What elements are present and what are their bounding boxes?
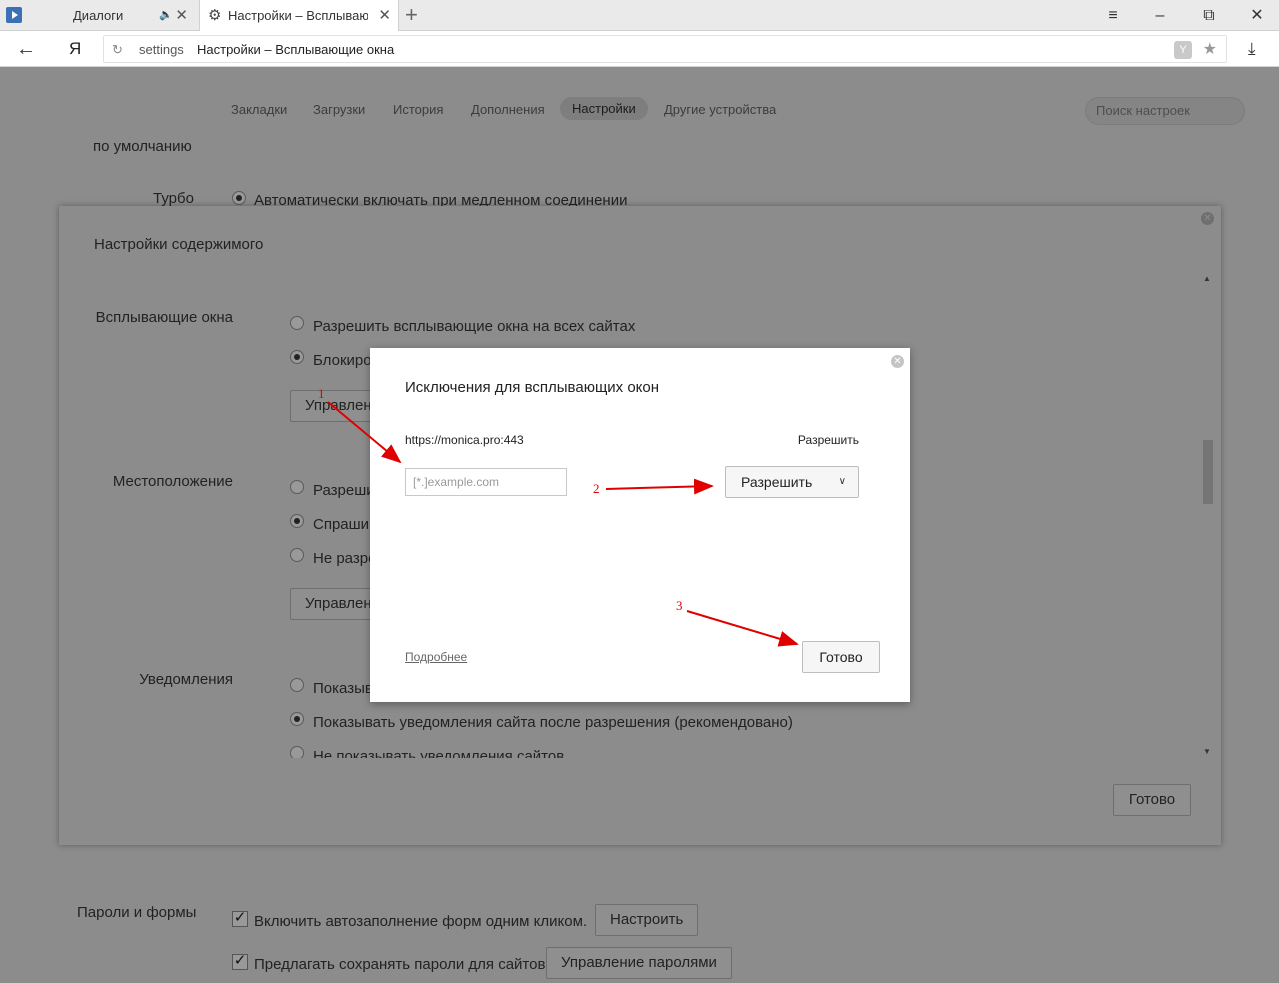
url-page-title: Настройки – Всплывающие окна (197, 42, 395, 57)
popups-allow-radio[interactable] (290, 316, 304, 330)
nav-bookmarks[interactable]: Закладки (231, 102, 287, 117)
yandex-button[interactable]: Я (69, 31, 81, 67)
modal-title: Исключения для всплывающих окон (405, 379, 660, 396)
passwords-label: Пароли и формы (77, 904, 197, 921)
default-fragment: по умолчанию (93, 138, 192, 155)
annotation-label-3: 3 (676, 598, 683, 613)
speaker-icon[interactable]: 🔈 (159, 0, 173, 31)
select-value: Разрешить (741, 474, 813, 490)
new-exception-input[interactable] (405, 468, 567, 496)
tab-dialogs[interactable]: Диалоги 🔈 ✕ (60, 0, 195, 31)
popups-block-radio[interactable] (290, 350, 304, 364)
scroll-up-arrow-icon[interactable]: ▲ (1203, 274, 1211, 283)
tab-title: Настройки – Всплывающ (228, 8, 368, 23)
restore-icon[interactable]: ⧉ (1194, 0, 1224, 31)
save-passwords-checkbox[interactable]: ✓ (232, 953, 248, 970)
new-tab-plus-icon[interactable]: + (405, 0, 418, 31)
learn-more-link[interactable]: Подробнее (405, 650, 467, 664)
modal-done-button[interactable]: Готово (802, 641, 880, 673)
nav-other-devices[interactable]: Другие устройства (664, 102, 776, 117)
back-arrow-icon[interactable]: ← (16, 31, 36, 67)
autofill-checkbox[interactable]: ✓ (232, 910, 248, 927)
close-window-icon[interactable]: ✕ (1242, 0, 1272, 31)
content-dialog-done-button[interactable]: Готово (1113, 784, 1191, 816)
dialog-scrollbar[interactable]: ▲ ▼ (1203, 272, 1213, 758)
minimize-icon[interactable]: – (1145, 0, 1175, 31)
hamburger-menu-icon[interactable]: ≡ (1098, 0, 1128, 31)
chevron-down-icon: ∨ (838, 476, 846, 487)
notifications-after-permission-radio[interactable] (290, 712, 304, 726)
turbo-label: Турбо (153, 190, 194, 207)
nav-history[interactable]: История (393, 102, 443, 117)
nav-extensions[interactable]: Дополнения (471, 102, 545, 117)
gear-icon: ⚙ (208, 7, 222, 24)
popups-allow-option: Разрешить всплывающие окна на всех сайта… (313, 318, 636, 335)
exception-host: https://monica.pro:443 (405, 433, 524, 447)
notifications-hide-radio[interactable] (290, 746, 304, 758)
autofill-option: Включить автозаполнение форм одним клико… (254, 913, 588, 930)
manage-passwords-button[interactable]: Управление паролями (546, 947, 732, 979)
popups-label: Всплывающие окна (95, 309, 233, 326)
dialog-title: Настройки содержимого (94, 236, 264, 253)
scrollbar-thumb[interactable] (1203, 440, 1213, 504)
location-label: Местоположение (112, 473, 233, 490)
tab-bar: Диалоги 🔈 ✕ ⚙ Настройки – Всплывающ ✕ + … (0, 0, 1279, 31)
autofill-settings-button[interactable]: Настроить (595, 904, 699, 936)
tab-settings[interactable]: ⚙ Настройки – Всплывающ ✕ (199, 0, 399, 31)
location-deny-radio[interactable] (290, 548, 304, 562)
popups-block-option: Блокиро (313, 352, 372, 369)
notifications-show-option: Показыв (313, 680, 373, 697)
protect-shield-icon[interactable]: Y (1174, 41, 1192, 59)
bookmark-star-icon[interactable]: ★ (1203, 36, 1217, 63)
close-tab-icon[interactable]: ✕ (175, 0, 188, 31)
location-deny-option: Не разре (313, 550, 377, 567)
nav-downloads[interactable]: Загрузки (313, 102, 365, 117)
turbo-radio[interactable] (232, 191, 246, 205)
tab-title: Диалоги (73, 8, 124, 23)
location-ask-radio[interactable] (290, 514, 304, 528)
url-field[interactable]: ↻ settings Настройки – Всплывающие окна … (103, 35, 1227, 63)
close-modal-icon[interactable]: ✕ (891, 355, 904, 368)
location-allow-radio[interactable] (290, 480, 304, 494)
notifications-show-radio[interactable] (290, 678, 304, 692)
nav-settings[interactable]: Настройки (560, 97, 648, 120)
settings-search-input[interactable]: Поиск настроек (1085, 97, 1245, 125)
location-allow-option: Разреши (313, 482, 375, 499)
notifications-hide-option: Не показывать уведомления сайтов (313, 748, 565, 758)
browser-menu-logo-icon[interactable] (6, 7, 22, 23)
url-host: settings (139, 42, 184, 57)
location-ask-option: Спраши (313, 516, 370, 533)
notifications-after-permission-option: Показывать уведомления сайта после разре… (313, 714, 793, 731)
annotation-label-2: 2 (593, 481, 600, 496)
address-bar: ← Я ↻ settings Настройки – Всплывающие о… (0, 31, 1279, 67)
exception-action-select[interactable]: Разрешить ∨ (725, 466, 859, 498)
notifications-label: Уведомления (139, 671, 233, 688)
save-passwords-option: Предлагать сохранять пароли для сайтов (254, 956, 546, 973)
annotation-label-1: 1 (318, 386, 325, 401)
scroll-down-arrow-icon[interactable]: ▼ (1203, 747, 1211, 756)
reload-icon[interactable]: ↻ (112, 36, 123, 63)
close-tab-icon[interactable]: ✕ (378, 0, 391, 31)
popup-exceptions-dialog: ✕ Исключения для всплывающих окон https:… (370, 348, 910, 702)
close-dialog-icon[interactable]: ✕ (1201, 212, 1214, 225)
download-icon[interactable]: ⤓ (1248, 31, 1256, 67)
exception-action[interactable]: Разрешить (798, 433, 859, 447)
